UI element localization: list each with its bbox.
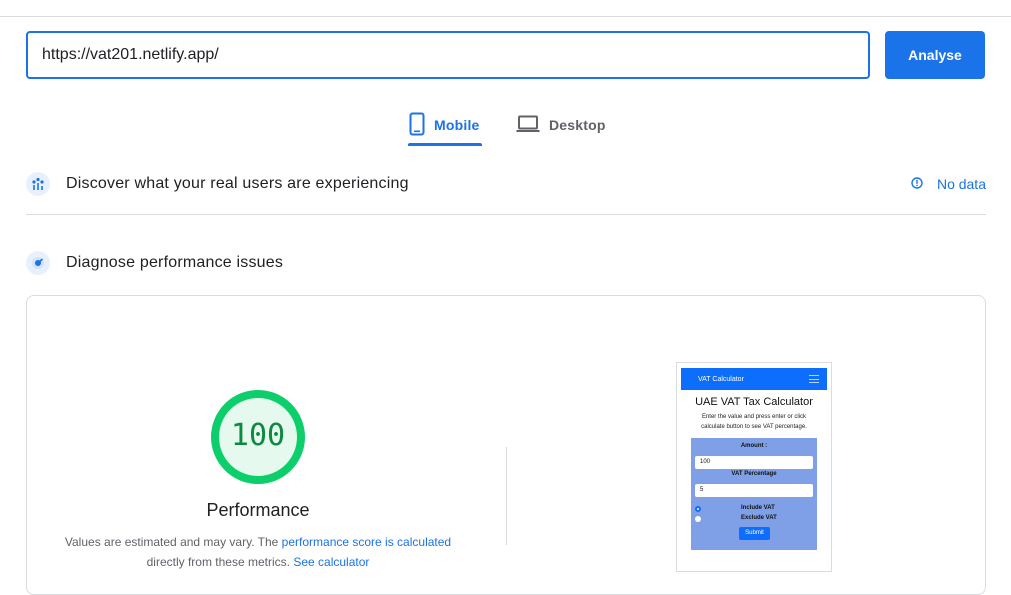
- screenshot-include-radio: [695, 506, 701, 512]
- score-calculation-link[interactable]: performance score is calculated: [282, 535, 451, 549]
- screenshot-vat-field: 5: [695, 484, 813, 497]
- screenshot-description: Enter the value and press enter or click…: [701, 414, 807, 430]
- performance-score: 100: [230, 418, 286, 453]
- hamburger-menu-icon: [809, 375, 819, 383]
- desc-text-1: Values are estimated and may vary. The: [64, 535, 282, 549]
- screenshot-exclude-label: Exclude VAT: [741, 515, 777, 521]
- info-icon: [911, 176, 923, 192]
- field-data-section: Discover what your real users are experi…: [26, 172, 986, 196]
- no-data-label: No data: [936, 176, 986, 192]
- smartphone-icon: [409, 112, 425, 139]
- performance-label: Performance: [206, 500, 310, 520]
- analyse-button[interactable]: Analyse: [885, 31, 985, 79]
- tab-mobile-label: Mobile: [434, 117, 480, 133]
- users-chart-icon: [26, 172, 50, 196]
- screenshot-include-label: Include VAT: [741, 505, 775, 511]
- tab-mobile[interactable]: Mobile: [409, 107, 480, 143]
- desc-text-2: directly from these metrics.: [146, 555, 294, 569]
- section-divider: [26, 214, 986, 215]
- diagnose-section: Diagnose performance issues: [26, 251, 986, 275]
- active-tab-indicator: [408, 143, 482, 146]
- vertical-separator: [506, 447, 507, 545]
- url-input[interactable]: [26, 31, 870, 79]
- screenshot-form: Amount : 100 VAT Percentage 5 Include VA…: [691, 438, 817, 550]
- top-divider: [0, 16, 1011, 17]
- speedometer-icon: [26, 251, 50, 275]
- performance-description: Values are estimated and may vary. The p…: [58, 532, 458, 572]
- screenshot-vat-label: VAT Percentage: [731, 471, 777, 477]
- tab-desktop[interactable]: Desktop: [516, 107, 606, 143]
- screenshot-amount-field: 100: [695, 456, 813, 469]
- screenshot-amount-label: Amount :: [740, 443, 768, 449]
- laptop-icon: [516, 115, 540, 136]
- see-calculator-link[interactable]: See calculator: [293, 555, 369, 569]
- screenshot-submit-button: Submit: [739, 527, 770, 540]
- screenshot-heading: UAE VAT Tax Calculator: [695, 396, 813, 408]
- screenshot-exclude-radio: [695, 516, 701, 522]
- field-data-title: Discover what your real users are experi…: [66, 175, 409, 192]
- no-data-link[interactable]: No data: [911, 176, 986, 192]
- diagnose-title: Diagnose performance issues: [66, 254, 284, 271]
- page-screenshot: VAT Calculator UAE VAT Tax Calculator En…: [676, 362, 832, 572]
- screenshot-navbar: VAT Calculator: [681, 368, 827, 390]
- tab-desktop-label: Desktop: [549, 117, 606, 133]
- screenshot-nav-title: VAT Calculator: [698, 375, 744, 383]
